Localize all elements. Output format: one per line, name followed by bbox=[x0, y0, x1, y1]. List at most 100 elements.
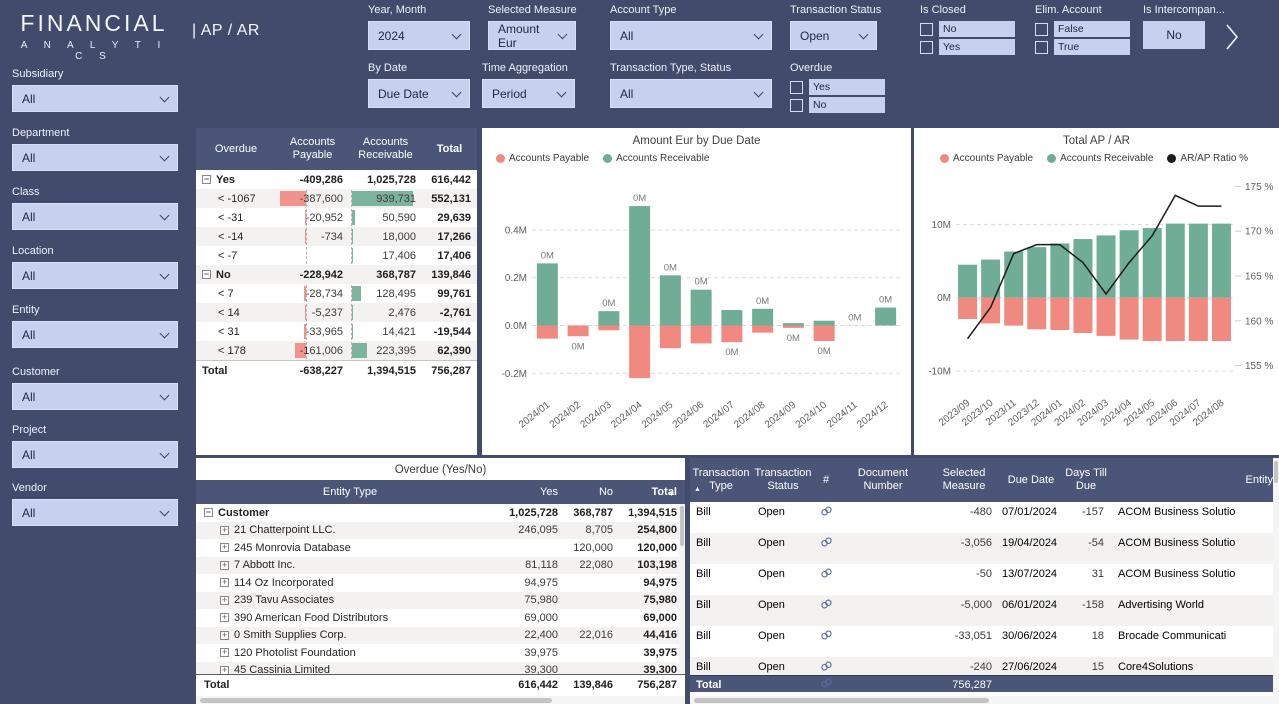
filter-dropdown[interactable]: 2024 bbox=[368, 21, 470, 50]
bar-accounts-receivable[interactable] bbox=[1027, 247, 1046, 298]
table-row[interactable]: BillOpen-24027/06/202415Core4Solutions bbox=[690, 657, 1279, 675]
bar-accounts-receivable[interactable] bbox=[814, 321, 835, 326]
bar-accounts-payable[interactable] bbox=[1166, 298, 1185, 341]
table-row[interactable]: BillOpen-5013/07/202431ACOM Business Sol… bbox=[690, 564, 1279, 595]
filter-dropdown[interactable]: All bbox=[12, 203, 178, 230]
bar-accounts-payable[interactable] bbox=[958, 298, 977, 319]
table-row[interactable]: −Customer1,025,728368,7871,394,515 bbox=[196, 504, 685, 522]
column-header-transaction-type[interactable]: Transaction Type▲ bbox=[690, 465, 752, 495]
column-header-selected-measure[interactable]: Selected Measure bbox=[928, 465, 1000, 495]
link-icon[interactable] bbox=[814, 657, 838, 674]
link-icon[interactable] bbox=[814, 533, 838, 550]
table-row[interactable]: +7 Abbott Inc.81,11822,080103,198 bbox=[196, 557, 685, 575]
column-header-link[interactable]: # bbox=[814, 472, 838, 489]
bar-accounts-payable[interactable] bbox=[598, 326, 619, 331]
column-header-due-date[interactable]: Due Date bbox=[1000, 472, 1062, 489]
column-header[interactable]: Overdue bbox=[196, 143, 276, 156]
table-row[interactable]: < -717,40617,406 bbox=[196, 246, 477, 265]
bar-accounts-payable[interactable] bbox=[1027, 298, 1046, 330]
bar-accounts-payable[interactable] bbox=[1097, 298, 1116, 336]
bar-accounts-payable[interactable] bbox=[1212, 298, 1231, 341]
bar-accounts-receivable[interactable] bbox=[1120, 230, 1139, 298]
table-row[interactable]: BillOpen-48007/01/2024-157ACOM Business … bbox=[690, 502, 1279, 533]
checkbox-false[interactable] bbox=[1035, 23, 1048, 36]
table-row[interactable]: < 7-28,734128,49599,761 bbox=[196, 284, 477, 303]
bar-accounts-payable[interactable] bbox=[1143, 298, 1162, 341]
scrollbar-thumb[interactable] bbox=[680, 506, 684, 546]
expand-icon[interactable]: + bbox=[220, 526, 229, 535]
checkbox-yes[interactable] bbox=[920, 41, 933, 54]
checkbox-true[interactable] bbox=[1035, 41, 1048, 54]
filter-button[interactable]: No bbox=[1143, 21, 1205, 49]
bar-accounts-payable[interactable] bbox=[981, 298, 1000, 324]
next-page-chevron-icon[interactable] bbox=[1224, 22, 1240, 57]
bar-accounts-receivable[interactable] bbox=[660, 275, 681, 325]
option-label[interactable]: Yes bbox=[939, 39, 1015, 55]
table-row[interactable]: −No-228,942368,787139,846 bbox=[196, 265, 477, 284]
filter-dropdown[interactable]: All bbox=[12, 383, 178, 410]
table-row[interactable]: +390 American Food Distributors69,00069,… bbox=[196, 609, 685, 627]
bar-accounts-receivable[interactable] bbox=[958, 265, 977, 298]
scrollbar-thumb[interactable] bbox=[694, 698, 989, 703]
horizontal-scrollbar[interactable] bbox=[690, 696, 1279, 704]
bar-accounts-payable[interactable] bbox=[1073, 298, 1092, 333]
column-header[interactable]: Accounts Payable bbox=[276, 136, 349, 162]
bar-accounts-payable[interactable] bbox=[1050, 298, 1069, 330]
bar-accounts-receivable[interactable] bbox=[1143, 228, 1162, 298]
link-icon[interactable] bbox=[814, 595, 838, 612]
table-row[interactable]: BillOpen-5,00006/01/2024-158Advertising … bbox=[690, 595, 1279, 626]
bar-accounts-receivable[interactable] bbox=[1073, 239, 1092, 298]
checkbox-no[interactable] bbox=[920, 23, 933, 36]
table-row[interactable]: < 31-33,96514,421-19,544 bbox=[196, 322, 477, 341]
link-icon[interactable] bbox=[814, 676, 838, 694]
bar-accounts-payable[interactable] bbox=[537, 326, 558, 339]
table-row[interactable]: < -31-20,95250,59029,639 bbox=[196, 208, 477, 227]
table-row[interactable]: Total-638,2271,394,515756,287 bbox=[196, 360, 477, 379]
table-row[interactable]: < -14-73418,00017,266 bbox=[196, 227, 477, 246]
table-row[interactable]: +21 Chatterpoint LLC.246,0958,705254,800 bbox=[196, 522, 685, 540]
bar-accounts-receivable[interactable] bbox=[629, 206, 650, 325]
filter-dropdown[interactable]: Amount Eur bbox=[488, 21, 576, 50]
expand-icon[interactable]: + bbox=[220, 648, 229, 657]
table-row[interactable]: BillOpen-33,05130/06/202418Brocade Commu… bbox=[690, 626, 1279, 657]
table-row[interactable]: < -1067-387,600939,731552,131 bbox=[196, 189, 477, 208]
filter-dropdown[interactable]: All bbox=[12, 85, 178, 112]
table-row[interactable]: +245 Monrovia Database120,000120,000 bbox=[196, 539, 685, 557]
filter-dropdown[interactable]: All bbox=[610, 21, 772, 50]
column-header[interactable]: Total bbox=[422, 143, 477, 156]
column-header-no[interactable]: No bbox=[566, 486, 621, 498]
column-header-entity-type[interactable]: Entity Type bbox=[196, 486, 504, 498]
filter-dropdown[interactable]: All bbox=[12, 144, 178, 171]
bar-accounts-payable[interactable] bbox=[721, 326, 742, 343]
expand-icon[interactable]: + bbox=[220, 596, 229, 605]
bar-accounts-receivable[interactable] bbox=[1004, 252, 1023, 298]
bar-accounts-receivable[interactable] bbox=[721, 310, 742, 326]
expand-icon[interactable]: + bbox=[220, 613, 229, 622]
link-icon[interactable] bbox=[814, 564, 838, 581]
option-label[interactable]: True bbox=[1054, 39, 1130, 55]
bar-accounts-receivable[interactable] bbox=[752, 309, 773, 326]
table-row[interactable]: < 14-5,2372,476-2,761 bbox=[196, 303, 477, 322]
bar-accounts-payable[interactable] bbox=[783, 326, 804, 328]
link-icon[interactable] bbox=[814, 502, 838, 519]
option-label[interactable]: Yes bbox=[809, 79, 885, 95]
filter-dropdown[interactable]: Open bbox=[790, 21, 877, 50]
table-row[interactable]: +45 Cassinia Limited39,30039,300 bbox=[196, 662, 685, 675]
option-label[interactable]: False bbox=[1054, 21, 1130, 37]
bar-accounts-receivable[interactable] bbox=[783, 323, 804, 325]
bar-accounts-receivable[interactable] bbox=[1050, 243, 1069, 297]
filter-dropdown[interactable]: All bbox=[12, 499, 178, 526]
expand-icon[interactable]: + bbox=[220, 631, 229, 640]
column-header-yes[interactable]: Yes bbox=[504, 486, 566, 498]
bar-accounts-payable[interactable] bbox=[568, 326, 589, 337]
collapse-icon[interactable]: − bbox=[204, 508, 213, 517]
table-row[interactable]: +0 Smith Supplies Corp.22,40022,01644,41… bbox=[196, 627, 685, 645]
bar-accounts-receivable[interactable] bbox=[1097, 235, 1116, 297]
amount-by-due-date-chart[interactable]: 0.4M0.2M0.0M-0.2M0M2024/010M2024/020M202… bbox=[482, 165, 911, 450]
scrollbar-thumb[interactable] bbox=[200, 698, 552, 703]
vertical-scrollbar[interactable] bbox=[1273, 458, 1279, 694]
bar-accounts-payable[interactable] bbox=[691, 326, 712, 344]
filter-dropdown[interactable]: All bbox=[12, 262, 178, 289]
link-icon[interactable] bbox=[814, 626, 838, 643]
column-header-transaction-status[interactable]: Transaction Status bbox=[752, 465, 814, 495]
